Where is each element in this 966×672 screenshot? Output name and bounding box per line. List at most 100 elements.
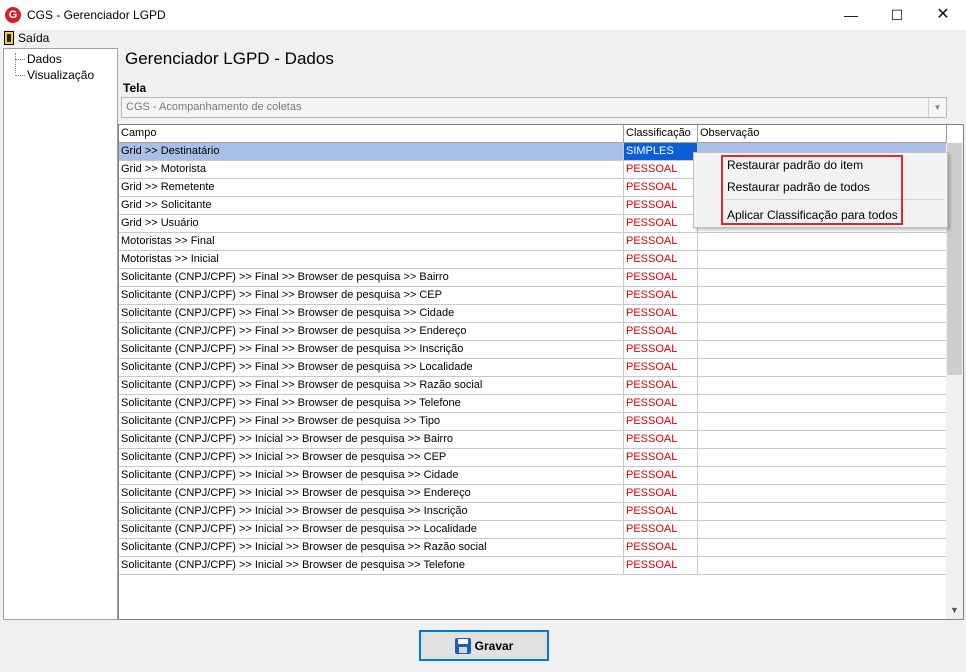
cell-observacao[interactable]	[698, 269, 947, 287]
cell-observacao[interactable]	[698, 341, 947, 359]
cell-campo[interactable]: Grid >> Destinatário	[119, 143, 624, 161]
cell-campo[interactable]: Motoristas >> Inicial	[119, 251, 624, 269]
cell-observacao[interactable]	[698, 233, 947, 251]
cell-campo[interactable]: Solicitante (CNPJ/CPF) >> Inicial >> Bro…	[119, 431, 624, 449]
cell-classificacao[interactable]: PESSOAL	[624, 269, 698, 287]
table-row[interactable]: Solicitante (CNPJ/CPF) >> Final >> Brows…	[119, 341, 947, 359]
cell-classificacao[interactable]: PESSOAL	[624, 215, 698, 233]
cell-classificacao[interactable]: PESSOAL	[624, 395, 698, 413]
table-row[interactable]: Solicitante (CNPJ/CPF) >> Inicial >> Bro…	[119, 449, 947, 467]
menu-item-restaurar-item[interactable]: Restaurar padrão do item	[727, 158, 863, 172]
table-row[interactable]: Solicitante (CNPJ/CPF) >> Final >> Brows…	[119, 269, 947, 287]
cell-observacao[interactable]	[698, 323, 947, 341]
table-row[interactable]: Solicitante (CNPJ/CPF) >> Final >> Brows…	[119, 359, 947, 377]
table-row[interactable]: Solicitante (CNPJ/CPF) >> Inicial >> Bro…	[119, 521, 947, 539]
cell-observacao[interactable]	[698, 503, 947, 521]
cell-classificacao[interactable]: PESSOAL	[624, 323, 698, 341]
cell-classificacao[interactable]: PESSOAL	[624, 485, 698, 503]
cell-observacao[interactable]	[698, 521, 947, 539]
table-row[interactable]: Solicitante (CNPJ/CPF) >> Inicial >> Bro…	[119, 557, 947, 575]
table-row[interactable]: Solicitante (CNPJ/CPF) >> Final >> Brows…	[119, 413, 947, 431]
menu-item-aplicar-classificacao[interactable]: Aplicar Classificação para todos	[727, 208, 898, 222]
column-header-classificacao[interactable]: Classificação	[624, 125, 698, 143]
table-row[interactable]: Motoristas >> Final PESSOAL	[119, 233, 947, 251]
cell-observacao[interactable]	[698, 539, 947, 557]
cell-campo[interactable]: Solicitante (CNPJ/CPF) >> Final >> Brows…	[119, 287, 624, 305]
cell-classificacao[interactable]: PESSOAL	[624, 431, 698, 449]
cell-classificacao[interactable]: PESSOAL	[624, 197, 698, 215]
tree-item-dados[interactable]: Dados	[4, 51, 62, 67]
menu-item-restaurar-todos[interactable]: Restaurar padrão de todos	[727, 180, 870, 194]
close-button[interactable]: ✕	[920, 0, 966, 30]
save-button[interactable]: Gravar	[419, 630, 549, 661]
table-row[interactable]: Solicitante (CNPJ/CPF) >> Inicial >> Bro…	[119, 485, 947, 503]
cell-classificacao[interactable]: PESSOAL	[624, 467, 698, 485]
cell-classificacao[interactable]: PESSOAL	[624, 539, 698, 557]
cell-campo[interactable]: Solicitante (CNPJ/CPF) >> Inicial >> Bro…	[119, 485, 624, 503]
cell-campo[interactable]: Grid >> Usuário	[119, 215, 624, 233]
cell-campo[interactable]: Solicitante (CNPJ/CPF) >> Final >> Brows…	[119, 305, 624, 323]
cell-campo[interactable]: Solicitante (CNPJ/CPF) >> Final >> Brows…	[119, 341, 624, 359]
cell-observacao[interactable]	[698, 305, 947, 323]
vertical-scrollbar[interactable]: ▼	[946, 143, 963, 619]
scrollbar-thumb[interactable]	[947, 143, 962, 375]
cell-classificacao[interactable]: PESSOAL	[624, 413, 698, 431]
cell-observacao[interactable]	[698, 251, 947, 269]
cell-campo[interactable]: Solicitante (CNPJ/CPF) >> Final >> Brows…	[119, 395, 624, 413]
cell-observacao[interactable]	[698, 449, 947, 467]
cell-classificacao[interactable]: PESSOAL	[624, 503, 698, 521]
minimize-button[interactable]: —	[828, 0, 874, 30]
table-row[interactable]: Solicitante (CNPJ/CPF) >> Inicial >> Bro…	[119, 503, 947, 521]
cell-classificacao[interactable]: PESSOAL	[624, 161, 698, 179]
cell-classificacao[interactable]: PESSOAL	[624, 287, 698, 305]
cell-campo[interactable]: Solicitante (CNPJ/CPF) >> Final >> Brows…	[119, 377, 624, 395]
cell-campo[interactable]: Solicitante (CNPJ/CPF) >> Final >> Brows…	[119, 323, 624, 341]
cell-campo[interactable]: Solicitante (CNPJ/CPF) >> Inicial >> Bro…	[119, 557, 624, 575]
cell-classificacao[interactable]: PESSOAL	[624, 233, 698, 251]
cell-observacao[interactable]	[698, 377, 947, 395]
cell-campo[interactable]: Solicitante (CNPJ/CPF) >> Final >> Brows…	[119, 359, 624, 377]
cell-campo[interactable]: Solicitante (CNPJ/CPF) >> Inicial >> Bro…	[119, 539, 624, 557]
column-header-observacao[interactable]: Observação	[698, 125, 947, 143]
cell-observacao[interactable]	[698, 359, 947, 377]
cell-campo[interactable]: Solicitante (CNPJ/CPF) >> Final >> Brows…	[119, 269, 624, 287]
table-row[interactable]: Motoristas >> Inicial PESSOAL	[119, 251, 947, 269]
table-row[interactable]: Solicitante (CNPJ/CPF) >> Final >> Brows…	[119, 323, 947, 341]
cell-classificacao[interactable]: PESSOAL	[624, 359, 698, 377]
cell-observacao[interactable]	[698, 287, 947, 305]
tela-combobox[interactable]: CGS - Acompanhamento de coletas ▼	[121, 97, 947, 118]
cell-classificacao[interactable]: PESSOAL	[624, 305, 698, 323]
cell-classificacao[interactable]: PESSOAL	[624, 521, 698, 539]
cell-campo[interactable]: Grid >> Solicitante	[119, 197, 624, 215]
scroll-down-icon[interactable]: ▼	[946, 602, 963, 619]
cell-observacao[interactable]	[698, 485, 947, 503]
table-row[interactable]: Solicitante (CNPJ/CPF) >> Inicial >> Bro…	[119, 431, 947, 449]
cell-observacao[interactable]	[698, 431, 947, 449]
cell-campo[interactable]: Solicitante (CNPJ/CPF) >> Inicial >> Bro…	[119, 449, 624, 467]
cell-classificacao[interactable]: PESSOAL	[624, 377, 698, 395]
chevron-down-icon[interactable]: ▼	[928, 98, 946, 117]
table-row[interactable]: Solicitante (CNPJ/CPF) >> Final >> Brows…	[119, 305, 947, 323]
cell-campo[interactable]: Motoristas >> Final	[119, 233, 624, 251]
cell-campo[interactable]: Solicitante (CNPJ/CPF) >> Inicial >> Bro…	[119, 467, 624, 485]
table-row[interactable]: Solicitante (CNPJ/CPF) >> Inicial >> Bro…	[119, 539, 947, 557]
tree-item-visualizacao[interactable]: Visualização	[4, 67, 94, 83]
cell-classificacao[interactable]: PESSOAL	[624, 557, 698, 575]
menu-exit[interactable]: Saída	[4, 30, 49, 46]
column-header-campo[interactable]: Campo	[119, 125, 624, 143]
cell-classificacao[interactable]: PESSOAL	[624, 341, 698, 359]
cell-campo[interactable]: Grid >> Remetente	[119, 179, 624, 197]
cell-observacao[interactable]	[698, 395, 947, 413]
cell-classificacao[interactable]: PESSOAL	[624, 449, 698, 467]
cell-classificacao[interactable]: SIMPLES	[624, 143, 698, 161]
table-row[interactable]: Solicitante (CNPJ/CPF) >> Final >> Brows…	[119, 395, 947, 413]
cell-classificacao[interactable]: PESSOAL	[624, 251, 698, 269]
cell-classificacao[interactable]: PESSOAL	[624, 179, 698, 197]
cell-campo[interactable]: Grid >> Motorista	[119, 161, 624, 179]
maximize-button[interactable]: ☐	[874, 0, 920, 30]
cell-campo[interactable]: Solicitante (CNPJ/CPF) >> Final >> Brows…	[119, 413, 624, 431]
table-row[interactable]: Solicitante (CNPJ/CPF) >> Inicial >> Bro…	[119, 467, 947, 485]
cell-observacao[interactable]	[698, 467, 947, 485]
cell-observacao[interactable]	[698, 413, 947, 431]
table-row[interactable]: Solicitante (CNPJ/CPF) >> Final >> Brows…	[119, 377, 947, 395]
